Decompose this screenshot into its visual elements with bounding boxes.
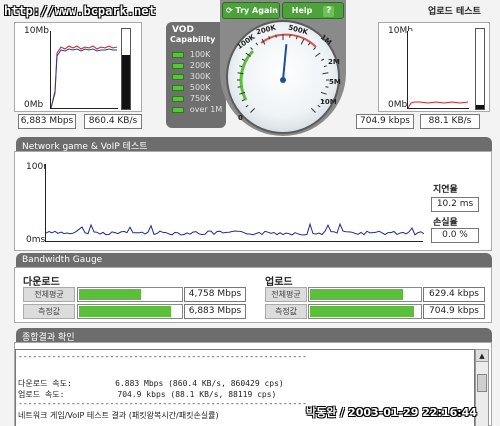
upload-speed-kbs: 88.1 KB/s	[420, 114, 480, 129]
upload-graph-bottom-label: 0Mb	[388, 100, 408, 110]
upload-measured-label: 측정값	[265, 304, 307, 319]
vod-item: 500K	[172, 83, 210, 93]
network-panel: 100ms 0ms 지연율 10.2 ms 손실율 0.0 %	[14, 151, 492, 251]
download-graph-bottom-label: 0Mb	[24, 100, 44, 110]
network-section-header: Network game & VoIP 테스트	[16, 137, 492, 152]
download-measured-fill	[79, 306, 171, 317]
bandwidth-upload-title: 업로드	[265, 277, 293, 288]
bandwidth-download-title: 다운로드	[23, 277, 60, 288]
vod-item: 750K	[172, 94, 210, 104]
latency-value: 10.2 ms	[431, 197, 479, 212]
download-avg-value: 4,758 Mbps	[184, 287, 246, 302]
upload-avg-bar	[308, 287, 422, 302]
upload-title: 업로드 테스트	[428, 7, 481, 17]
scroll-up-arrow-icon[interactable]: ▲	[476, 350, 488, 362]
vod-capability-panel: VOD Capability 100K 200K 300K 500K 750K …	[166, 22, 226, 128]
gauge-label: 2M	[328, 58, 340, 66]
summary-network-line: 네트워크 게임/VoIP 테스트 결과 (패킷왕복시간/패킷손실률)	[18, 411, 219, 420]
try-again-label: Try Again	[235, 6, 278, 15]
bandwidth-panel: 다운로드 전체평균 4,758 Mbps 측정값 6,883 Mbps 업로드 …	[14, 267, 492, 323]
summary-separator: ----------------------------------------…	[18, 352, 307, 361]
upload-avg-fill	[310, 289, 404, 300]
download-level-bar	[121, 28, 131, 110]
vod-title-line2: Capability	[170, 35, 216, 44]
upload-measured-bar	[308, 304, 422, 319]
summary-scrollbar[interactable]: ▲	[475, 349, 489, 426]
download-measured-label: 측정값	[23, 304, 75, 319]
loss-value: 0.0 %	[431, 228, 479, 243]
summary-section-header: 종합결과 확인	[16, 328, 492, 343]
upload-speed-kbps: 704.9 kbps	[356, 114, 414, 129]
gauge-label: 5M	[329, 78, 341, 86]
upload-avg-value: 629.4 kbps	[423, 287, 485, 302]
upload-avg-label: 전체평균	[265, 287, 307, 302]
refresh-icon: ⟳	[226, 6, 233, 15]
bandwidth-title: Bandwidth Gauge	[22, 255, 103, 265]
upload-graph	[407, 31, 469, 109]
network-latency-line	[45, 222, 425, 236]
download-graph	[50, 31, 118, 109]
vod-item: over 1M	[172, 105, 222, 115]
network-latency-graph	[45, 164, 425, 242]
download-speed-kbs: 860.4 KB/s	[84, 114, 142, 129]
summary-download-line: 다운로드 속도: 6.883 Mbps (860.4 KB/s, 860429 …	[18, 379, 284, 388]
download-graph-panel: 10Mb 0Mb	[14, 22, 142, 112]
gauge-label: 10M	[320, 98, 337, 106]
download-avg-bar	[77, 287, 183, 302]
download-measured-value: 6,883 Mbps	[184, 304, 246, 319]
vod-item: 100K	[172, 50, 210, 60]
help-button[interactable]: Help ?	[282, 2, 344, 19]
scroll-thumb[interactable]	[477, 374, 487, 392]
help-icon: ?	[323, 6, 335, 17]
upload-level-bar	[475, 28, 485, 110]
try-again-button[interactable]: ⟳ Try Again	[222, 2, 280, 19]
watermark: http://www.bcpark.net	[4, 4, 156, 18]
download-avg-fill	[79, 289, 142, 300]
download-avg-label: 전체평균	[23, 287, 75, 302]
network-graph-bottom-label: 0ms	[26, 235, 46, 245]
vod-title-line1: VOD	[172, 25, 194, 35]
loss-label: 손실율	[433, 218, 458, 228]
upload-measured-value: 704.9 kbps	[423, 304, 485, 319]
upload-graph-line	[407, 101, 469, 109]
vod-item: 300K	[172, 72, 210, 82]
upload-graph-panel: 10Mb 0Mb	[378, 22, 490, 112]
download-speed-mbps: 6,883 Mbps	[18, 114, 76, 129]
latency-label: 지연율	[433, 185, 458, 195]
vod-item: 200K	[172, 61, 210, 71]
help-label: Help	[291, 6, 313, 15]
upload-measured-fill	[310, 306, 415, 317]
download-measured-bar	[77, 304, 183, 319]
bandwidth-section-header: Bandwidth Gauge	[16, 253, 492, 267]
download-graph-top-label: 10Mb	[24, 26, 49, 36]
signature: 박동완 / 2003-01-29 22:16:44	[306, 406, 477, 419]
gauge-needle	[282, 44, 288, 81]
summary-separator-2: ----------------------------------------…	[18, 399, 307, 408]
gauge-dial: 0 100K 200K 500K 1M 2M 5M 10M	[226, 20, 341, 134]
download-graph-line	[50, 45, 118, 109]
gauge-label: 0	[238, 114, 243, 122]
